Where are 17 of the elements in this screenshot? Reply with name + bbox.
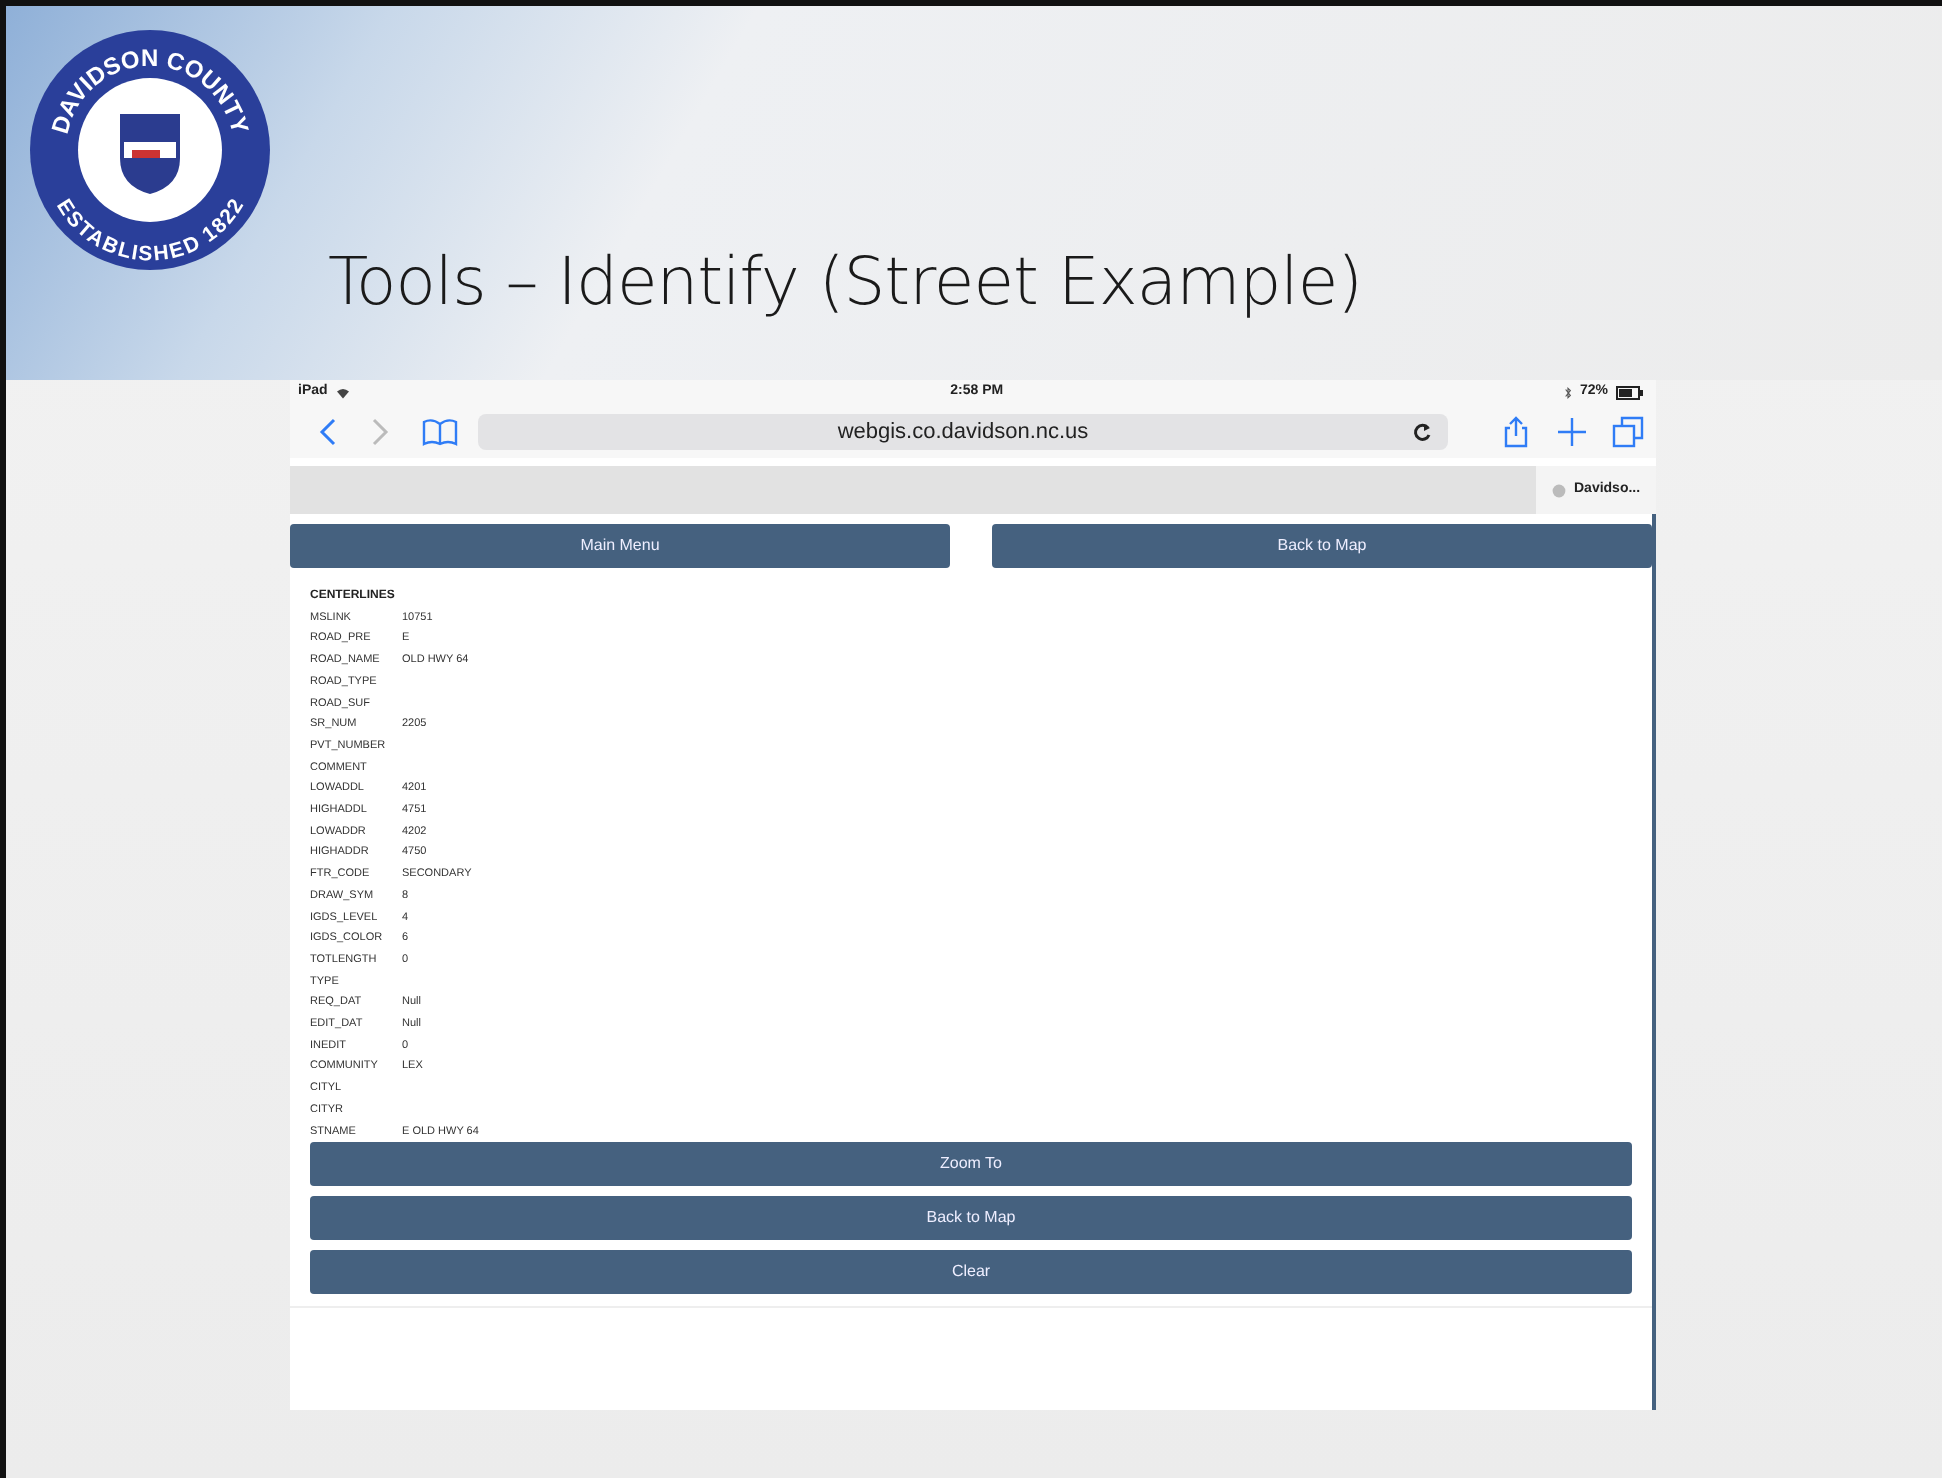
back-chevron-icon[interactable] <box>318 418 338 446</box>
battery-icon <box>1616 386 1644 400</box>
action-button[interactable]: Back to Map <box>310 1196 1632 1241</box>
slide-title: Tools – Identify (Street Example) <box>328 240 1363 324</box>
action-button[interactable]: Clear <box>310 1250 1632 1295</box>
book-icon[interactable] <box>422 418 458 446</box>
bluetooth-icon <box>1563 386 1572 400</box>
tabs-icon[interactable] <box>1612 416 1644 448</box>
reload-icon[interactable] <box>1412 422 1432 442</box>
plus-icon[interactable] <box>1556 416 1588 448</box>
address-bar[interactable]: webgis.co.davidson.nc.us <box>478 414 1448 450</box>
favicon-icon <box>1552 483 1566 497</box>
nav-button[interactable]: Back to Map <box>992 524 1652 568</box>
wifi-icon <box>335 387 350 399</box>
share-icon[interactable] <box>1500 416 1532 448</box>
action-button[interactable]: Zoom To <box>310 1142 1632 1187</box>
nav-button[interactable]: Main Menu <box>290 524 950 568</box>
